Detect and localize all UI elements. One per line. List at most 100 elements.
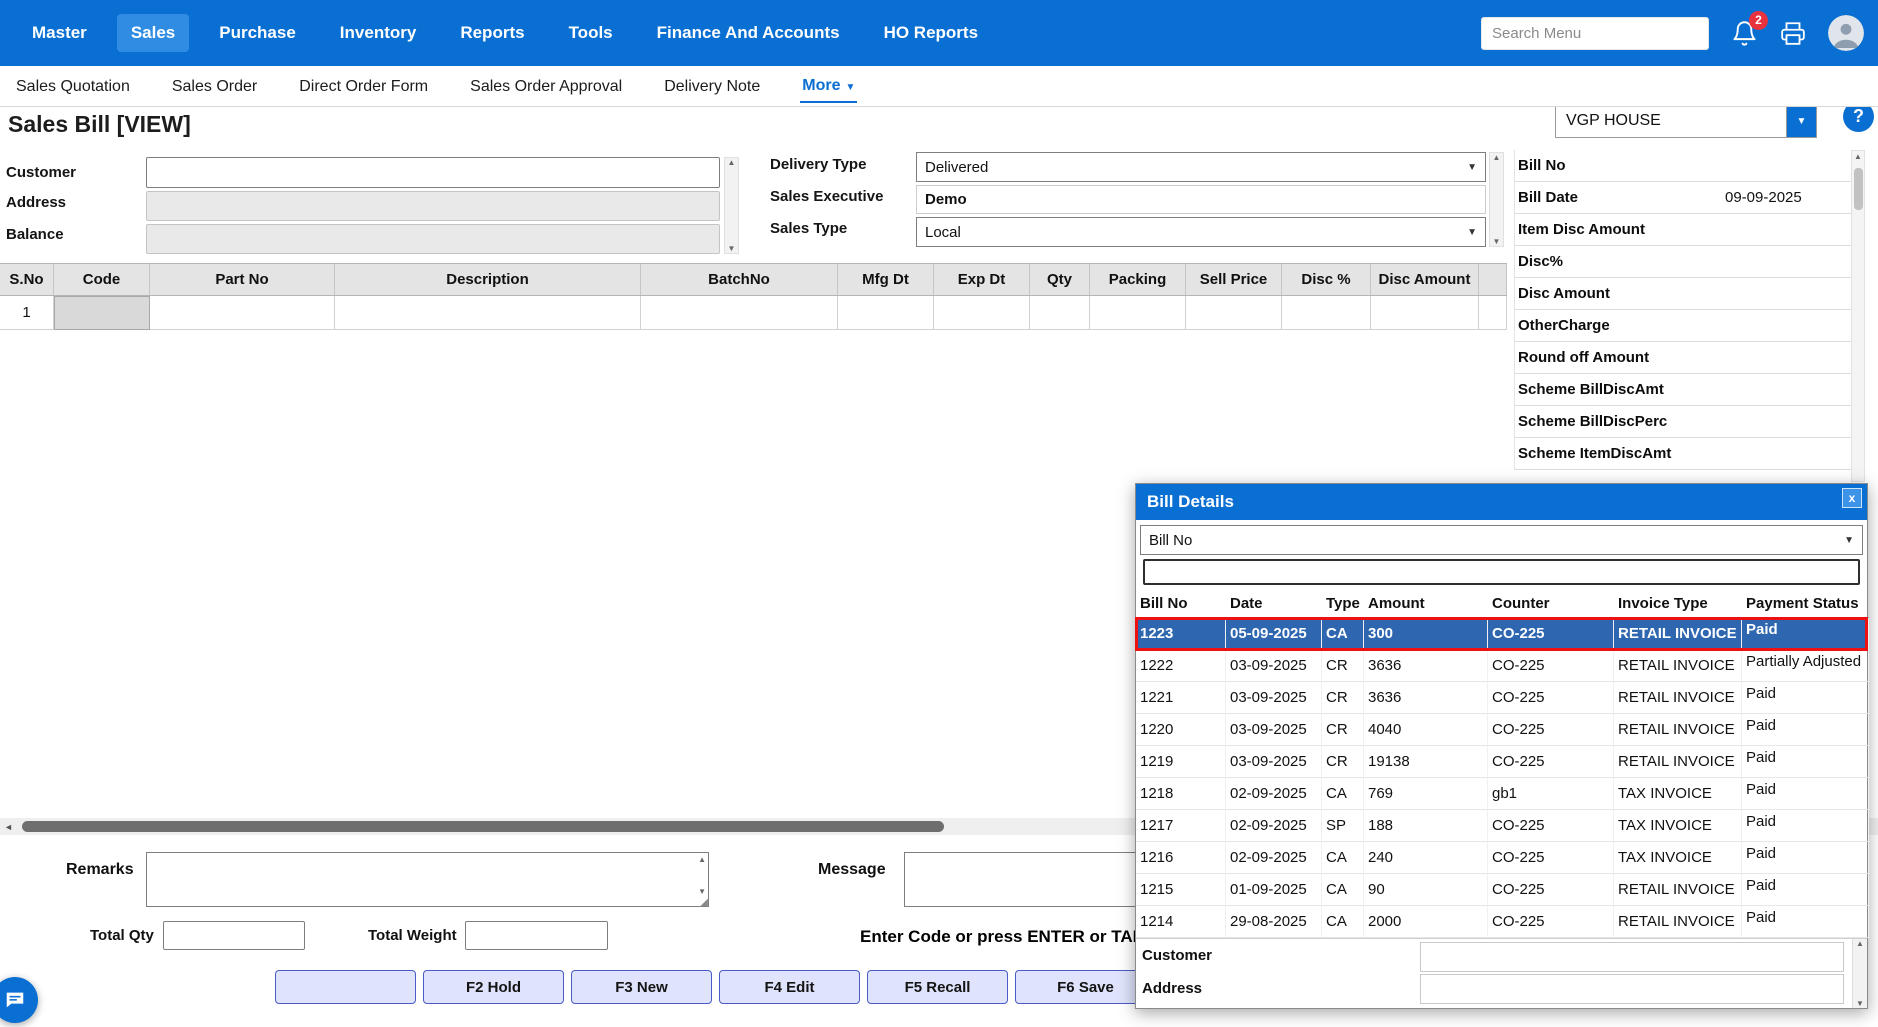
cell-bill-no: 1221: [1136, 682, 1226, 714]
help-icon: ?: [1853, 106, 1864, 126]
grid-cell-partno[interactable]: [150, 296, 335, 330]
grid-cell-sellprice[interactable]: [1186, 296, 1282, 330]
sales-type-select[interactable]: Local ▼: [916, 217, 1486, 247]
grid-cell-packing[interactable]: [1090, 296, 1186, 330]
panel-row-scheme-itemdiscamt: Scheme ItemDiscAmt: [1515, 438, 1851, 470]
bill-row-1216[interactable]: 1216 02-09-2025 CA 240 CO-225 TAX INVOICE Paid: [1136, 842, 1869, 874]
scroll-up-icon[interactable]: ▲: [728, 158, 736, 167]
bill-row-1218[interactable]: 1218 02-09-2025 CA 769 gb1 TAX INVOICE Paid: [1136, 778, 1869, 810]
f1-button[interactable]: [275, 970, 416, 1004]
grid-cell-discperc[interactable]: [1282, 296, 1371, 330]
customer-fields-scrollbar[interactable]: ▲ ▼: [724, 157, 739, 254]
bill-row-1217[interactable]: 1217 02-09-2025 SP 188 CO-225 TAX INVOICE Paid: [1136, 810, 1869, 842]
customer-input[interactable]: [146, 157, 720, 188]
cell-date: 03-09-2025: [1226, 746, 1322, 778]
cell-invoice-type: TAX INVOICE: [1614, 810, 1742, 842]
f2-hold-button[interactable]: F2 Hold: [423, 970, 564, 1004]
sales-executive-field[interactable]: Demo: [916, 185, 1486, 214]
subnav-item-delivery-note[interactable]: Delivery Note: [662, 70, 762, 102]
f4-edit-button[interactable]: F4 Edit: [719, 970, 860, 1004]
scroll-thumb[interactable]: [22, 821, 944, 832]
cell-counter: CO-225: [1488, 906, 1614, 938]
f5-recall-button[interactable]: F5 Recall: [867, 970, 1008, 1004]
subnav-item-sales-order[interactable]: Sales Order: [170, 70, 259, 102]
chevron-down-icon: ▼: [1467, 161, 1477, 173]
dialog-customer-input[interactable]: [1420, 942, 1844, 972]
grid-cell-qty[interactable]: [1030, 296, 1090, 330]
grid-col-sno: S.No: [0, 264, 54, 295]
panel-label: Scheme ItemDiscAmt: [1518, 445, 1672, 462]
f3-new-button[interactable]: F3 New: [571, 970, 712, 1004]
print-button[interactable]: [1780, 20, 1806, 46]
nav-item-reports[interactable]: Reports: [446, 14, 538, 52]
header-fields-scrollbar[interactable]: ▲ ▼: [1489, 152, 1504, 247]
notification-badge: 2: [1749, 10, 1768, 30]
bill-search-input[interactable]: [1143, 559, 1860, 585]
bill-row-1219[interactable]: 1219 03-09-2025 CR 19138 CO-225 RETAIL INVOIC…: [1136, 746, 1869, 778]
nav-item-sales[interactable]: Sales: [116, 14, 190, 52]
chevron-down-icon: ▼: [1467, 226, 1477, 238]
scroll-up-icon[interactable]: ▲: [1493, 153, 1501, 162]
chat-widget-button[interactable]: [0, 977, 38, 1023]
close-button[interactable]: x: [1842, 488, 1862, 508]
panel-scrollbar[interactable]: ▲: [1851, 150, 1865, 482]
scroll-down-icon[interactable]: ▼: [698, 887, 706, 896]
grid-col-truncated: [1479, 264, 1507, 295]
nav-item-purchase[interactable]: Purchase: [205, 14, 310, 52]
grid-cell-description[interactable]: [335, 296, 641, 330]
branch-dropdown-button[interactable]: ▼: [1786, 105, 1816, 137]
branch-select[interactable]: VGP HOUSE ▼: [1555, 104, 1817, 138]
nav-item-finance-and-accounts[interactable]: Finance And Accounts: [643, 14, 854, 52]
user-avatar[interactable]: [1828, 15, 1864, 51]
function-button-row: F2 Hold F3 New F4 Edit F5 Recall F6 Save: [275, 970, 1156, 1004]
grid-cell-code[interactable]: [54, 296, 150, 330]
remarks-textarea[interactable]: ▲ ▼ ◢: [146, 852, 709, 908]
subnav-item-sales-order-approval[interactable]: Sales Order Approval: [468, 70, 624, 102]
nav-item-master[interactable]: Master: [18, 14, 101, 52]
grid-cell-mfgdt[interactable]: [838, 296, 934, 330]
nav-item-ho-reports[interactable]: HO Reports: [870, 14, 992, 52]
bill-row-1222[interactable]: 1222 03-09-2025 CR 3636 CO-225 RETAIL INVOICE…: [1136, 650, 1869, 682]
panel-label: Scheme BillDiscPerc: [1518, 413, 1668, 430]
delivery-type-select[interactable]: Delivered ▼: [916, 152, 1486, 182]
scroll-down-icon[interactable]: ▼: [1493, 237, 1501, 246]
scroll-up-icon[interactable]: ▲: [698, 855, 706, 864]
cell-amount: 19138: [1364, 746, 1488, 778]
subnav-item-more[interactable]: More ▼: [800, 69, 858, 103]
scroll-up-icon[interactable]: ▲: [1856, 939, 1864, 948]
notifications-button[interactable]: 2: [1731, 10, 1768, 47]
scroll-down-icon[interactable]: ▼: [728, 244, 736, 253]
dialog-address-input[interactable]: [1420, 974, 1844, 1004]
panel-label: Disc Amount: [1518, 285, 1610, 302]
search-menu-input[interactable]: [1481, 16, 1709, 50]
cell-amount: 188: [1364, 810, 1488, 842]
bill-row-1220[interactable]: 1220 03-09-2025 CR 4040 CO-225 RETAIL INVOICE…: [1136, 714, 1869, 746]
bill-row-1214[interactable]: 1214 29-08-2025 CA 2000 CO-225 RETAIL INVOICE…: [1136, 906, 1869, 938]
nav-item-inventory[interactable]: Inventory: [326, 14, 431, 52]
total-weight-label: Total Weight: [368, 927, 457, 944]
dialog-titlebar[interactable]: Bill Details x: [1136, 484, 1867, 520]
subnav-item-sales-quotation[interactable]: Sales Quotation: [14, 70, 132, 102]
nav-item-tools[interactable]: Tools: [555, 14, 627, 52]
cell-bill-no: 1223: [1136, 618, 1226, 650]
total-qty-input[interactable]: [163, 921, 305, 950]
grid-cell-expdt[interactable]: [934, 296, 1030, 330]
grid-cell-batchno[interactable]: [641, 296, 838, 330]
resize-grip-icon[interactable]: ◢: [700, 897, 708, 908]
scroll-thumb[interactable]: [1854, 168, 1863, 210]
cell-counter: CO-225: [1488, 842, 1614, 874]
dialog-scrollbar[interactable]: ▲ ▼: [1852, 939, 1867, 1008]
grid-cell-discamount[interactable]: [1371, 296, 1479, 330]
total-weight-input[interactable]: [465, 921, 608, 950]
scroll-up-icon[interactable]: ▲: [1852, 152, 1864, 161]
bill-filter-select[interactable]: Bill No ▼: [1140, 525, 1863, 555]
subnav-item-direct-order-form[interactable]: Direct Order Form: [297, 70, 430, 102]
scroll-down-icon[interactable]: ▼: [1856, 999, 1864, 1008]
scroll-left-icon[interactable]: ◄: [0, 818, 17, 835]
bill-row-1221[interactable]: 1221 03-09-2025 CR 3636 CO-225 RETAIL INVOICE…: [1136, 682, 1869, 714]
bill-row-1215[interactable]: 1215 01-09-2025 CA 90 CO-225 RETAIL INVOICE Pa…: [1136, 874, 1869, 906]
item-grid-header: S.No Code Part No Description BatchNo Mf…: [0, 263, 1507, 296]
bill-row-1223[interactable]: 1223 05-09-2025 CA 300 CO-225 RETAIL INVOICE P…: [1135, 617, 1869, 651]
cell-payment-status: Partially Adjusted: [1742, 650, 1869, 682]
cell-date: 02-09-2025: [1226, 842, 1322, 874]
